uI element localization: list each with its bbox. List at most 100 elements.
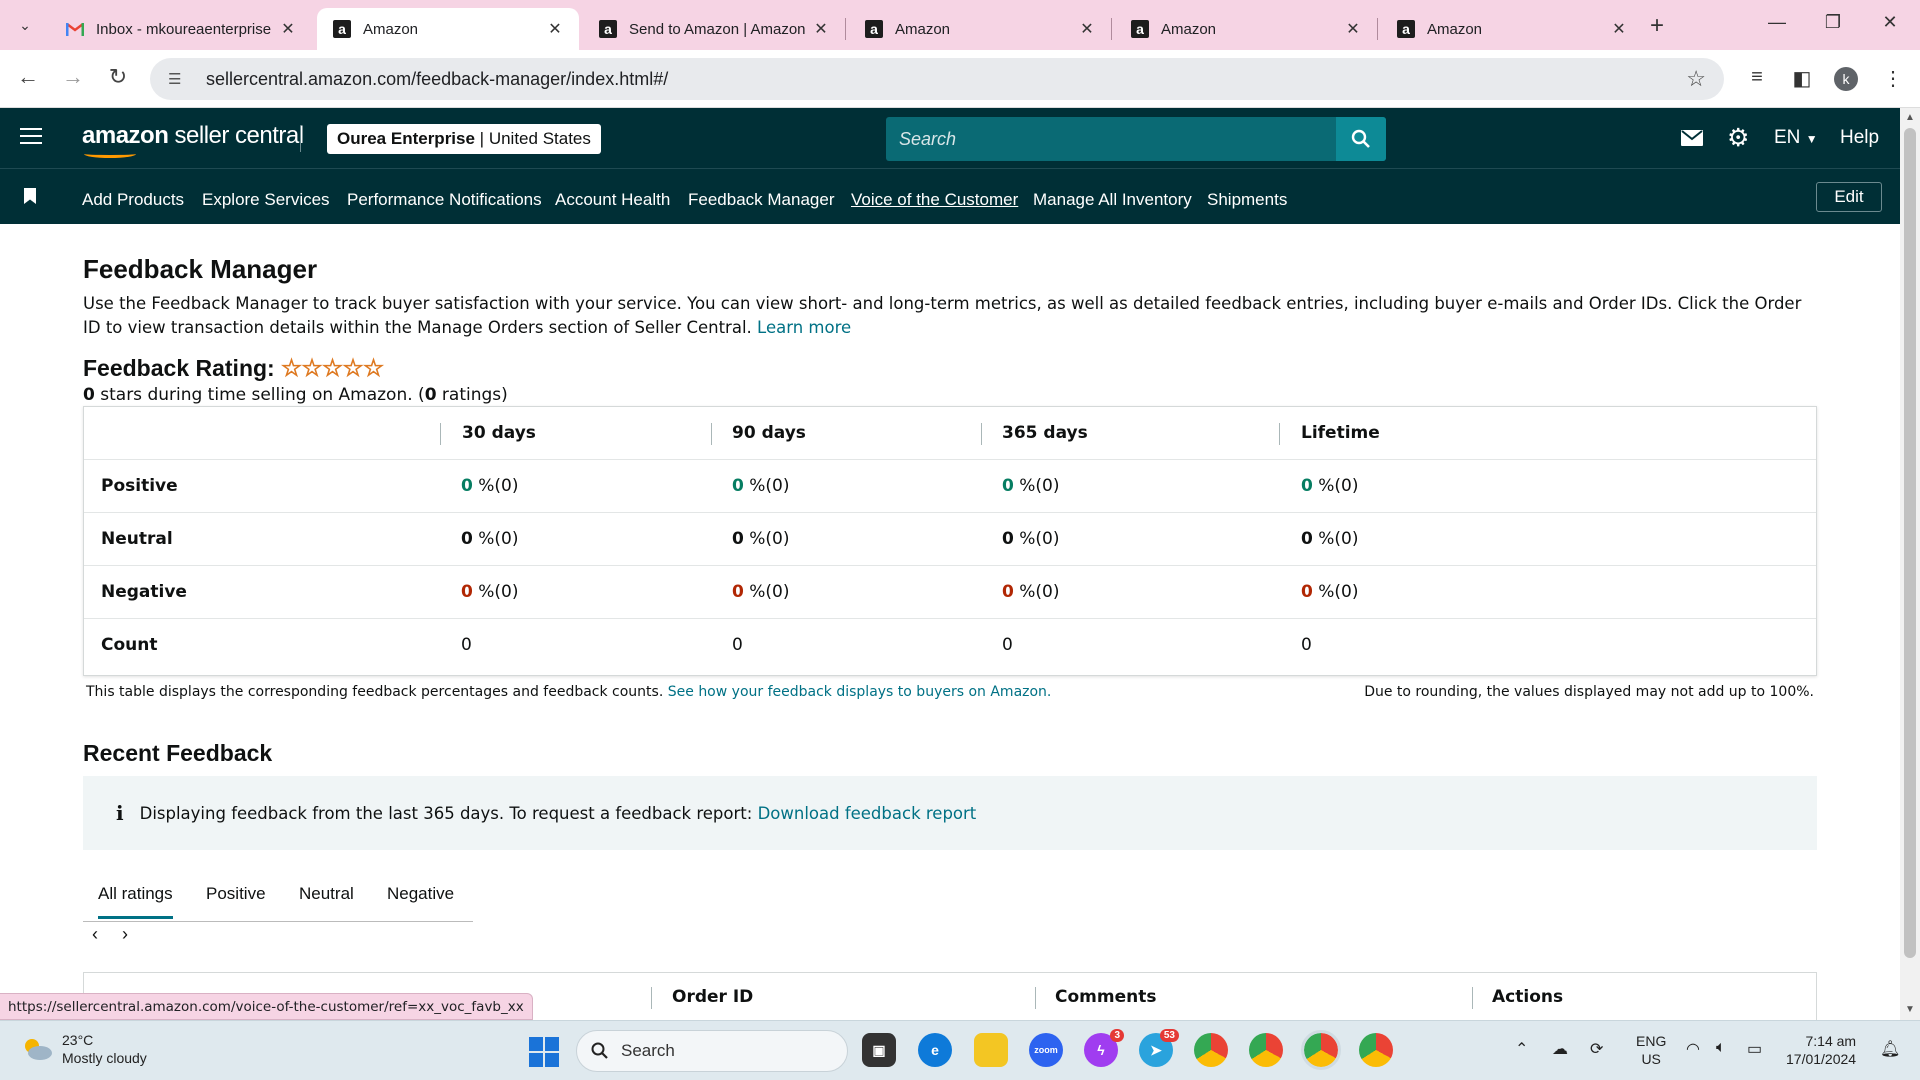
- nav-add-products[interactable]: Add Products: [82, 190, 184, 210]
- search-box[interactable]: Search: [886, 117, 1386, 161]
- task-view-icon[interactable]: ▣: [862, 1033, 896, 1067]
- chrome-icon[interactable]: [1359, 1033, 1393, 1067]
- notification-bell-icon[interactable]: 🔔︎: [1880, 1039, 1900, 1059]
- sync-icon[interactable]: ⟳: [1590, 1039, 1603, 1059]
- forward-arrow-icon[interactable]: →: [58, 64, 88, 90]
- close-tab-icon[interactable]: ✕: [545, 19, 565, 39]
- onedrive-icon[interactable]: ☁: [1552, 1039, 1568, 1059]
- nav-performance-notifications[interactable]: Performance Notifications: [347, 190, 542, 210]
- minimize-icon[interactable]: —: [1757, 12, 1797, 33]
- close-tab-icon[interactable]: ✕: [278, 19, 298, 39]
- scrollbar-thumb[interactable]: [1904, 128, 1916, 958]
- star-empty-icon: ☆: [280, 355, 302, 382]
- menu-dots-icon[interactable]: ⋮: [1878, 66, 1908, 91]
- learn-more-link[interactable]: Learn more: [757, 318, 851, 337]
- row-label: Count: [101, 635, 158, 655]
- wifi-icon[interactable]: ◠: [1686, 1039, 1700, 1059]
- help-link[interactable]: Help: [1840, 127, 1879, 149]
- close-window-icon[interactable]: ✕: [1870, 12, 1910, 33]
- close-tab-icon[interactable]: ✕: [1343, 19, 1363, 39]
- bookmark-star-icon[interactable]: ☆: [1686, 66, 1706, 92]
- address-toolbar: ← → ↻ ☰ sellercentral.amazon.com/feedbac…: [0, 50, 1920, 108]
- weather-widget[interactable]: 23°C Mostly cloudy: [20, 1031, 147, 1067]
- address-bar[interactable]: ☰ sellercentral.amazon.com/feedback-mana…: [150, 58, 1724, 100]
- tab-positive[interactable]: Positive: [206, 884, 266, 904]
- file-explorer-icon[interactable]: [974, 1033, 1008, 1067]
- media-control-icon[interactable]: ≡: [1742, 66, 1772, 89]
- language-indicator[interactable]: ENG US: [1636, 1032, 1666, 1068]
- profile-avatar[interactable]: k: [1834, 67, 1858, 91]
- nav-voice-of-the-customer[interactable]: Voice of the Customer: [851, 190, 1018, 210]
- chevron-up-icon[interactable]: ⌃: [1515, 1039, 1528, 1059]
- clock-time: 7:14 am: [1805, 1033, 1857, 1049]
- close-tab-icon[interactable]: ✕: [1609, 19, 1629, 39]
- nav-shipments[interactable]: Shipments: [1207, 190, 1287, 210]
- close-tab-icon[interactable]: ✕: [811, 19, 831, 39]
- download-feedback-report-link[interactable]: Download feedback report: [758, 804, 977, 823]
- nav-explore-services[interactable]: Explore Services: [202, 190, 330, 210]
- tab-neutral[interactable]: Neutral: [299, 884, 354, 904]
- search-icon: [591, 1042, 608, 1059]
- browser-tab[interactable]: a Amazon ✕: [1115, 8, 1377, 50]
- windows-start-icon[interactable]: [529, 1037, 559, 1067]
- store-selector[interactable]: Ourea Enterprise | United States: [327, 124, 601, 154]
- table-row-count: Count 0 0 0 0: [84, 619, 1816, 672]
- page-scrollbar[interactable]: ▲ ▼: [1900, 108, 1920, 1020]
- hamburger-menu-icon[interactable]: [20, 128, 42, 146]
- back-arrow-icon[interactable]: ←: [13, 64, 43, 90]
- scroll-down-icon[interactable]: ▼: [1900, 1004, 1920, 1015]
- scroll-up-icon[interactable]: ▲: [1900, 112, 1920, 123]
- language-selector[interactable]: EN ▼: [1774, 127, 1818, 149]
- new-tab-icon[interactable]: +: [1650, 12, 1664, 40]
- language-top: ENG: [1636, 1033, 1667, 1049]
- browser-tab[interactable]: a Amazon ✕: [849, 8, 1111, 50]
- seller-central-header: amazon seller central Ourea Enterprise |…: [0, 108, 1900, 224]
- chevron-left-icon[interactable]: ‹: [92, 924, 98, 945]
- bookmark-icon[interactable]: [24, 188, 36, 204]
- reload-icon[interactable]: ↻: [103, 64, 133, 90]
- close-tab-icon[interactable]: ✕: [1077, 19, 1097, 39]
- browser-tab[interactable]: a Send to Amazon | Amazon ✕: [583, 8, 845, 50]
- feedback-rating-heading: Feedback Rating: ☆☆☆☆☆: [83, 354, 385, 383]
- search-button[interactable]: [1336, 117, 1386, 161]
- edit-button[interactable]: Edit: [1816, 182, 1882, 212]
- taskbar-search[interactable]: Search: [576, 1030, 848, 1072]
- chrome-icon[interactable]: [1249, 1033, 1283, 1067]
- table-cell: 0: [1301, 635, 1312, 655]
- volume-icon[interactable]: 🔈︎: [1716, 1039, 1726, 1057]
- feedback-display-link[interactable]: See how your feedback displays to buyers…: [668, 684, 1052, 700]
- restore-icon[interactable]: ❐: [1813, 12, 1853, 33]
- windows-taskbar: 23°C Mostly cloudy Search ▣ e zoom ϟ3 ➤ 5…: [0, 1020, 1920, 1080]
- tab-title: Send to Amazon | Amazon: [629, 20, 806, 38]
- nav-account-health[interactable]: Account Health: [555, 190, 670, 210]
- chrome-icon[interactable]: [1194, 1033, 1228, 1067]
- battery-icon[interactable]: ▭: [1747, 1039, 1762, 1059]
- recent-feedback-heading: Recent Feedback: [83, 740, 273, 766]
- search-input[interactable]: Search: [886, 129, 1336, 150]
- side-panel-icon[interactable]: ◧: [1787, 66, 1817, 91]
- zoom-icon[interactable]: zoom: [1029, 1033, 1063, 1067]
- telegram-icon[interactable]: ➤ 53: [1139, 1029, 1179, 1067]
- mail-icon[interactable]: [1681, 126, 1703, 152]
- url-text: sellercentral.amazon.com/feedback-manage…: [206, 68, 669, 89]
- chevron-right-icon[interactable]: ›: [122, 924, 128, 945]
- messenger-icon[interactable]: ϟ3: [1084, 1029, 1124, 1067]
- seller-central-logo[interactable]: amazon seller central: [82, 122, 304, 158]
- settings-gear-icon[interactable]: ⚙: [1727, 123, 1749, 153]
- language-bottom: US: [1641, 1051, 1661, 1067]
- system-clock[interactable]: 7:14 am 17/01/2024: [1786, 1032, 1856, 1068]
- row-label: Negative: [101, 582, 187, 602]
- nav-manage-all-inventory[interactable]: Manage All Inventory: [1033, 190, 1192, 210]
- tab-negative[interactable]: Negative: [387, 884, 454, 904]
- edge-icon[interactable]: e: [918, 1033, 952, 1067]
- tab-search-chevron-icon[interactable]: ⌄: [8, 12, 42, 38]
- tab-all-ratings[interactable]: All ratings: [98, 884, 173, 919]
- rating-stars: ☆☆☆☆☆: [280, 354, 385, 383]
- clock-date: 17/01/2024: [1786, 1051, 1857, 1067]
- browser-tab[interactable]: Inbox - mkoureaenterprise ✕: [50, 8, 312, 50]
- site-settings-icon[interactable]: ☰: [168, 70, 190, 88]
- chrome-icon[interactable]: [1301, 1030, 1341, 1070]
- browser-tab-active[interactable]: a Amazon ✕: [317, 8, 579, 50]
- browser-tab[interactable]: a Amazon ✕: [1381, 8, 1643, 50]
- nav-feedback-manager[interactable]: Feedback Manager: [688, 190, 834, 210]
